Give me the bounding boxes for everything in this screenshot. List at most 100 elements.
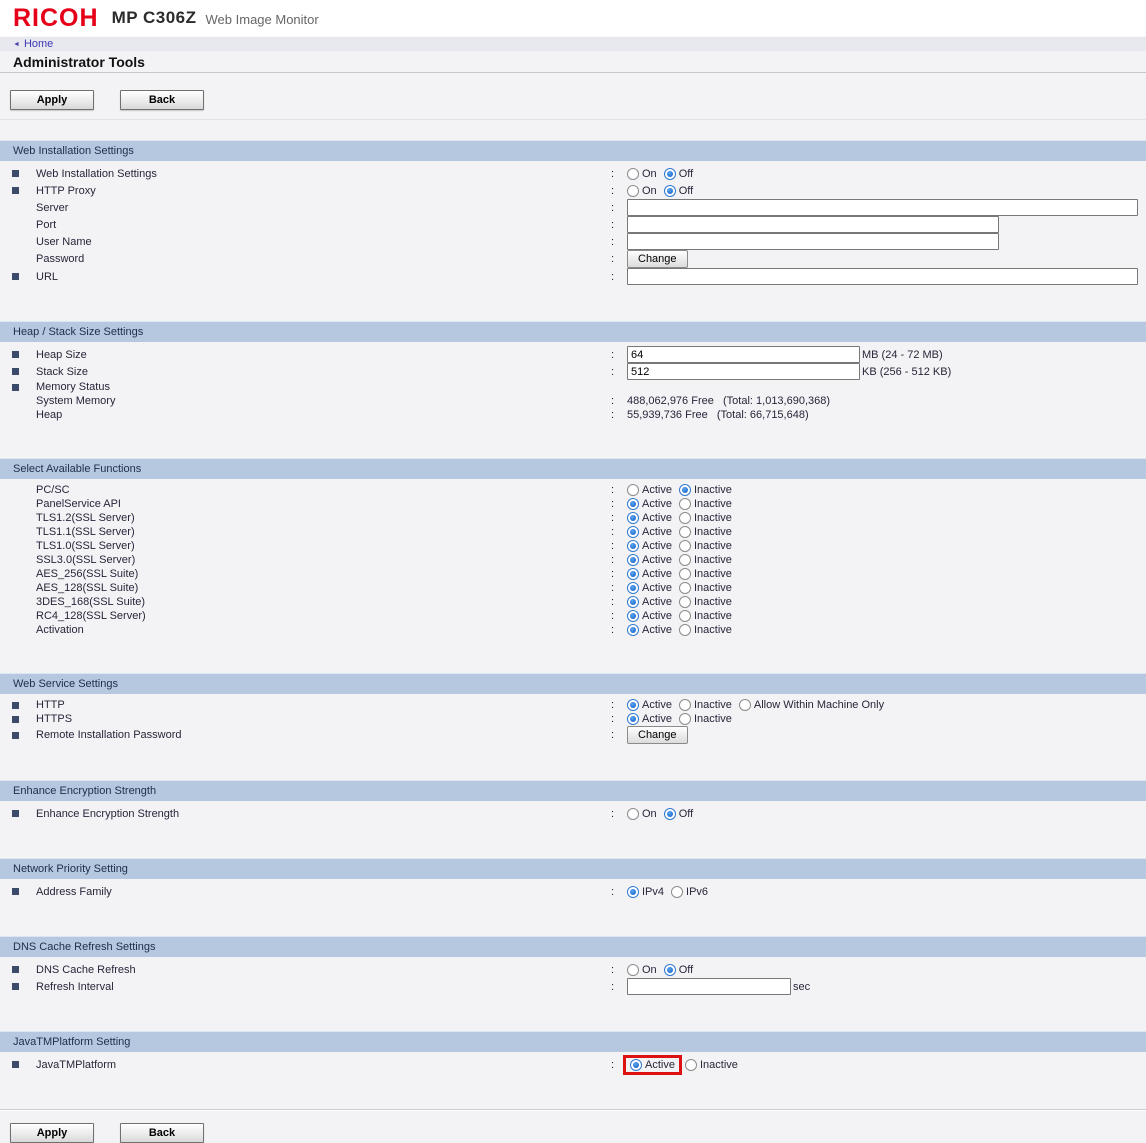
radio-option-tls1-0-ssl-server-inactive[interactable]: Inactive: [679, 540, 732, 552]
heap-size-input[interactable]: [627, 346, 860, 363]
radio-option-javatmplatform-active[interactable]: Active: [623, 1055, 682, 1075]
server-input[interactable]: [627, 199, 1138, 216]
radio-option-tls1-1-ssl-server-inactive[interactable]: Inactive: [679, 526, 732, 538]
radio-unselected-icon[interactable]: [679, 540, 691, 552]
breadcrumb-home-link[interactable]: Home: [24, 38, 53, 50]
radio-option-http-active[interactable]: Active: [627, 699, 672, 711]
radio-unselected-icon[interactable]: [685, 1059, 697, 1071]
radio-option-enhance-encryption-strength-off[interactable]: Off: [664, 808, 693, 820]
radio-selected-icon[interactable]: [630, 1059, 642, 1071]
radio-option-web-installation-settings-on[interactable]: On: [627, 168, 657, 180]
radio-unselected-icon[interactable]: [679, 554, 691, 566]
radio-option-panelservice-api-inactive[interactable]: Inactive: [679, 498, 732, 510]
radio-unselected-icon[interactable]: [627, 185, 639, 197]
radio-selected-icon[interactable]: [627, 582, 639, 594]
radio-selected-icon[interactable]: [627, 610, 639, 622]
radio-option-activation-inactive[interactable]: Inactive: [679, 624, 732, 636]
radio-option-tls1-2-ssl-server-active[interactable]: Active: [627, 512, 672, 524]
remote-installation-password-change-button[interactable]: Change: [627, 726, 688, 744]
radio-unselected-icon[interactable]: [679, 596, 691, 608]
radio-option-pc-sc-inactive[interactable]: Inactive: [679, 484, 732, 496]
radio-unselected-icon[interactable]: [679, 713, 691, 725]
radio-option-aes-128-ssl-suite-inactive[interactable]: Inactive: [679, 582, 732, 594]
radio-selected-icon[interactable]: [664, 185, 676, 197]
radio-unselected-icon[interactable]: [739, 699, 751, 711]
section-header: Web Installation Settings: [0, 140, 1146, 161]
radio-selected-icon[interactable]: [627, 554, 639, 566]
radio-unselected-icon[interactable]: [679, 568, 691, 580]
radio-option-3des-168-ssl-suite-inactive[interactable]: Inactive: [679, 596, 732, 608]
radio-selected-icon[interactable]: [664, 964, 676, 976]
radio-option-panelservice-api-active[interactable]: Active: [627, 498, 672, 510]
radio-option-ssl3-0-ssl-server-active[interactable]: Active: [627, 554, 672, 566]
radio-option-dns-cache-refresh-off[interactable]: Off: [664, 964, 693, 976]
back-button-bottom[interactable]: Back: [120, 1123, 204, 1143]
radio-selected-icon[interactable]: [627, 498, 639, 510]
radio-option-enhance-encryption-strength-on[interactable]: On: [627, 808, 657, 820]
radio-unselected-icon[interactable]: [671, 886, 683, 898]
radio-unselected-icon[interactable]: [679, 624, 691, 636]
radio-unselected-icon[interactable]: [627, 964, 639, 976]
radio-selected-icon[interactable]: [679, 484, 691, 496]
radio-option-activation-active[interactable]: Active: [627, 624, 672, 636]
radio-option-http-proxy-on[interactable]: On: [627, 185, 657, 197]
radio-unselected-icon[interactable]: [679, 699, 691, 711]
radio-label: IPv4: [642, 886, 664, 898]
radio-selected-icon[interactable]: [627, 624, 639, 636]
radio-selected-icon[interactable]: [627, 713, 639, 725]
password-change-button[interactable]: Change: [627, 250, 688, 268]
radio-option-http-inactive[interactable]: Inactive: [679, 699, 732, 711]
radio-option-address-family-ipv4[interactable]: IPv4: [627, 886, 664, 898]
radio-unselected-icon[interactable]: [627, 484, 639, 496]
radio-option-http-proxy-off[interactable]: Off: [664, 185, 693, 197]
radio-option-dns-cache-refresh-on[interactable]: On: [627, 964, 657, 976]
radio-option-tls1-1-ssl-server-active[interactable]: Active: [627, 526, 672, 538]
setting-value: [627, 268, 1146, 285]
radio-unselected-icon[interactable]: [627, 168, 639, 180]
radio-option-rc4-128-ssl-server-active[interactable]: Active: [627, 610, 672, 622]
radio-unselected-icon[interactable]: [679, 610, 691, 622]
radio-unselected-icon[interactable]: [679, 512, 691, 524]
radio-option-javatmplatform-inactive[interactable]: Inactive: [685, 1059, 738, 1071]
ricoh-logo: RICOH: [13, 0, 99, 36]
user-name-input[interactable]: [627, 233, 999, 250]
radio-option-pc-sc-active[interactable]: Active: [627, 484, 672, 496]
radio-option-aes-256-ssl-suite-inactive[interactable]: Inactive: [679, 568, 732, 580]
radio-option-tls1-0-ssl-server-active[interactable]: Active: [627, 540, 672, 552]
radio-option-address-family-ipv6[interactable]: IPv6: [671, 886, 708, 898]
setting-label: HTTP: [36, 699, 611, 711]
radio-option-http-allow-within-machine-only[interactable]: Allow Within Machine Only: [739, 699, 884, 711]
radio-option-3des-168-ssl-suite-active[interactable]: Active: [627, 596, 672, 608]
radio-option-rc4-128-ssl-server-inactive[interactable]: Inactive: [679, 610, 732, 622]
radio-option-https-active[interactable]: Active: [627, 713, 672, 725]
radio-selected-icon[interactable]: [664, 168, 676, 180]
radio-option-aes-256-ssl-suite-active[interactable]: Active: [627, 568, 672, 580]
radio-unselected-icon[interactable]: [679, 498, 691, 510]
stack-size-input[interactable]: [627, 363, 860, 380]
radio-selected-icon[interactable]: [627, 699, 639, 711]
radio-option-ssl3-0-ssl-server-inactive[interactable]: Inactive: [679, 554, 732, 566]
refresh-interval-input[interactable]: [627, 978, 791, 995]
radio-selected-icon[interactable]: [627, 526, 639, 538]
radio-option-web-installation-settings-off[interactable]: Off: [664, 168, 693, 180]
radio-unselected-icon[interactable]: [627, 808, 639, 820]
radio-option-https-inactive[interactable]: Inactive: [679, 713, 732, 725]
radio-unselected-icon[interactable]: [679, 526, 691, 538]
radio-selected-icon[interactable]: [627, 886, 639, 898]
radio-selected-icon[interactable]: [627, 568, 639, 580]
radio-selected-icon[interactable]: [627, 540, 639, 552]
radio-selected-icon[interactable]: [664, 808, 676, 820]
port-input[interactable]: [627, 216, 999, 233]
setting-label: User Name: [36, 236, 611, 248]
radio-label: On: [642, 185, 657, 197]
radio-option-aes-128-ssl-suite-active[interactable]: Active: [627, 582, 672, 594]
back-button-top[interactable]: Back: [120, 90, 204, 110]
setting-row-panelservice-api: PanelService API:ActiveInactive: [0, 497, 1146, 511]
radio-unselected-icon[interactable]: [679, 582, 691, 594]
apply-button-bottom[interactable]: Apply: [10, 1123, 94, 1143]
url-input[interactable]: [627, 268, 1138, 285]
radio-selected-icon[interactable]: [627, 512, 639, 524]
apply-button-top[interactable]: Apply: [10, 90, 94, 110]
radio-selected-icon[interactable]: [627, 596, 639, 608]
radio-option-tls1-2-ssl-server-inactive[interactable]: Inactive: [679, 512, 732, 524]
